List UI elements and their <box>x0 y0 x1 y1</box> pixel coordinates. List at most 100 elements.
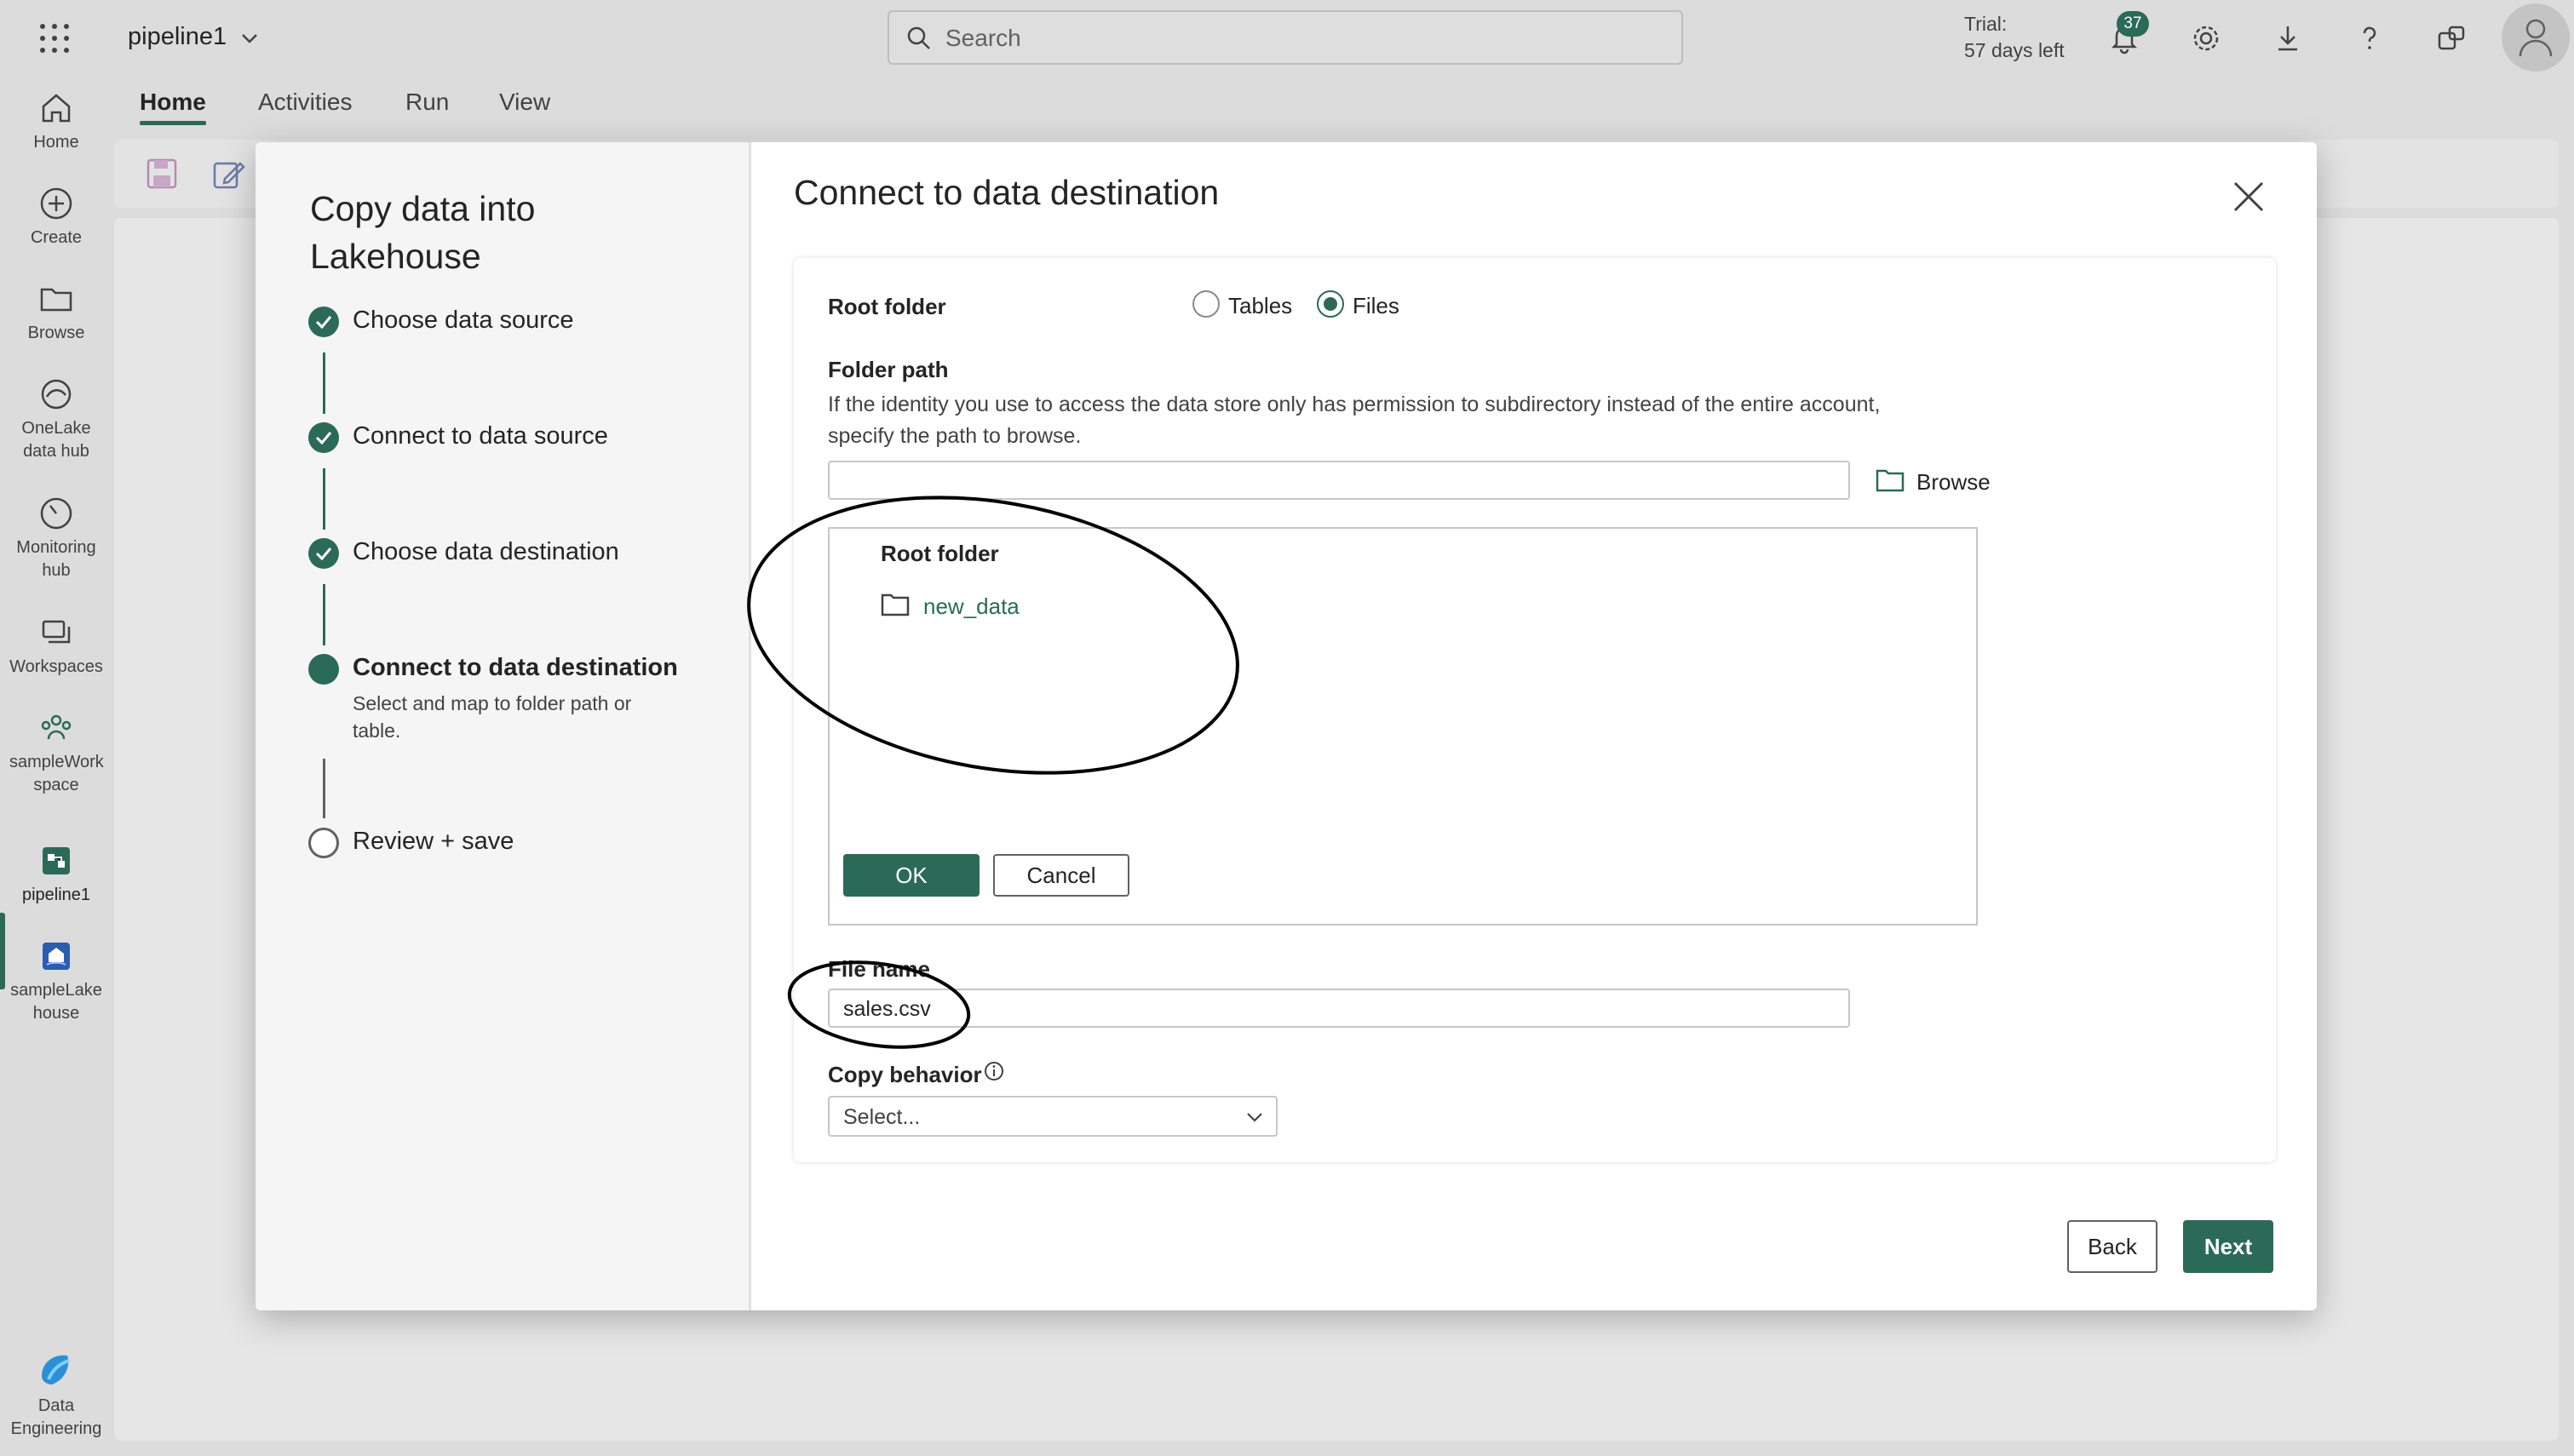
tab-view[interactable]: View <box>499 89 550 116</box>
cancel-button[interactable]: Cancel <box>993 854 1129 897</box>
browse-button[interactable]: Browse <box>1876 467 2012 498</box>
step-label: Connect to data source <box>353 422 608 450</box>
download-icon[interactable] <box>2268 19 2307 58</box>
copy-behavior-dropdown[interactable]: Select... <box>828 1096 1278 1137</box>
search-icon <box>906 26 932 51</box>
radio-tables-label[interactable]: Tables <box>1228 293 1292 319</box>
rail-item-pipeline1[interactable]: pipeline1 <box>0 843 112 907</box>
help-icon[interactable] <box>2350 19 2389 58</box>
radio-files[interactable] <box>1317 290 1344 318</box>
browse-label: Browse <box>1916 469 1991 495</box>
rail-item-create[interactable]: Create <box>0 186 112 249</box>
people-icon <box>41 714 72 740</box>
rail-item-browse[interactable]: Browse <box>0 281 112 345</box>
pipeline-icon <box>43 847 70 874</box>
monitoring-icon <box>40 497 72 530</box>
folder-browser: Root folder new_data OK Cancel <box>828 527 1978 926</box>
next-button[interactable]: Next <box>2183 1220 2273 1273</box>
rail-item-sampleworkspace[interactable]: sampleWork space <box>0 710 112 797</box>
radio-tables[interactable] <box>1192 290 1220 318</box>
check-icon <box>308 307 339 337</box>
step-label: Choose data source <box>353 307 574 334</box>
folder-path-help-text: If the identity you use to access the da… <box>828 393 1881 448</box>
chevron-down-icon[interactable] <box>240 29 259 48</box>
edit-icon[interactable] <box>211 157 245 191</box>
gear-icon[interactable] <box>2186 19 2226 58</box>
copy-behavior-value: Select... <box>843 1105 921 1129</box>
tree-item-new-data[interactable]: new_data <box>881 592 1020 622</box>
search-placeholder: Search <box>945 25 1021 51</box>
step-connector <box>323 584 325 645</box>
folder-path-label: Folder path <box>828 357 949 382</box>
left-navigation-rail: Home Create Browse OneLake data hub Moni… <box>0 77 112 1456</box>
top-bar: pipeline1 Search Trial: 57 days left 37 <box>0 0 2574 77</box>
create-icon <box>40 187 72 220</box>
notification-count-badge: 37 <box>2117 11 2149 37</box>
rail-item-onelake[interactable]: OneLake data hub <box>0 376 112 463</box>
file-name-label: File name <box>828 956 930 982</box>
tab-home[interactable]: Home <box>140 89 206 116</box>
search-box[interactable]: Search <box>888 10 1683 65</box>
folder-icon <box>881 593 910 616</box>
tree-item-label: new_data <box>923 593 1020 619</box>
tab-activities[interactable]: Activities <box>258 89 352 116</box>
close-icon[interactable] <box>2230 178 2267 215</box>
step-description: Select and map to folder path or table. <box>353 692 632 742</box>
rail-label: Monitoring hub <box>16 538 96 580</box>
trial-status: Trial: 57 days left <box>1964 11 2065 64</box>
back-button[interactable]: Back <box>2067 1220 2157 1273</box>
item-name[interactable]: pipeline1 <box>128 23 227 51</box>
chevron-down-icon <box>1245 1109 1264 1125</box>
rail-label: sampleWork space <box>9 753 104 794</box>
rail-label: Data Engineering <box>10 1396 102 1438</box>
copy-behavior-label: Copy behavior <box>828 1062 982 1087</box>
folder-path-input[interactable] <box>828 461 1850 500</box>
folder-icon <box>1876 469 1905 492</box>
step-connector <box>323 468 325 530</box>
rail-item-data-engineering[interactable]: Data Engineering <box>0 1350 112 1441</box>
rail-item-workspaces[interactable]: Workspaces <box>0 615 112 679</box>
step-label: Choose data destination <box>353 538 619 565</box>
root-folder-label: Root folder <box>828 294 946 319</box>
tree-root-label[interactable]: Root folder <box>881 541 999 567</box>
step-connector <box>323 353 325 414</box>
info-icon[interactable] <box>983 1060 1005 1082</box>
ok-button[interactable]: OK <box>843 854 980 897</box>
radio-files-label[interactable]: Files <box>1353 293 1399 319</box>
rail-item-monitoring[interactable]: Monitoring hub <box>0 496 112 582</box>
rail-label: sampleLake house <box>10 981 102 1023</box>
wizard-title: Copy data into Lakehouse <box>310 189 536 276</box>
app-launcher-icon[interactable] <box>37 21 72 55</box>
home-icon <box>42 94 71 123</box>
folder-icon <box>40 288 72 312</box>
rail-item-home[interactable]: Home <box>0 90 112 154</box>
rail-label: OneLake data hub <box>21 419 91 461</box>
check-icon <box>308 422 339 453</box>
destination-settings-card: Root folder Tables Files Folder path If … <box>794 258 2276 1162</box>
wizard-steps-panel: Copy data into Lakehouse Choose data sou… <box>256 142 751 1310</box>
rail-item-samplelakehouse[interactable]: sampleLake house <box>0 938 112 1025</box>
rail-label: Browse <box>27 324 85 342</box>
trial-label: Trial: <box>1964 13 2008 35</box>
avatar[interactable] <box>2502 3 2570 72</box>
workspaces-icon <box>42 620 71 644</box>
rail-label: Home <box>33 133 79 152</box>
file-name-input[interactable]: sales.csv <box>828 989 1850 1028</box>
rail-label: Create <box>30 228 83 247</box>
current-step-icon <box>308 654 339 685</box>
onelake-icon <box>41 379 72 410</box>
rail-label: Workspaces <box>9 657 103 676</box>
step-label: Review + save <box>353 828 514 855</box>
share-feedback-icon[interactable] <box>2432 19 2471 58</box>
pending-step-icon <box>308 828 339 858</box>
file-name-value: sales.csv <box>843 997 931 1021</box>
data-engineering-icon <box>42 1355 70 1384</box>
active-tab-indicator <box>140 121 206 125</box>
step-label: Connect to data destination <box>353 654 678 681</box>
tab-run[interactable]: Run <box>405 89 449 116</box>
rail-label: pipeline1 <box>21 886 91 904</box>
save-icon[interactable] <box>145 157 179 191</box>
lakehouse-icon <box>43 943 70 970</box>
step-connector <box>323 759 325 818</box>
dialog-title: Connect to data destination <box>794 173 1220 212</box>
